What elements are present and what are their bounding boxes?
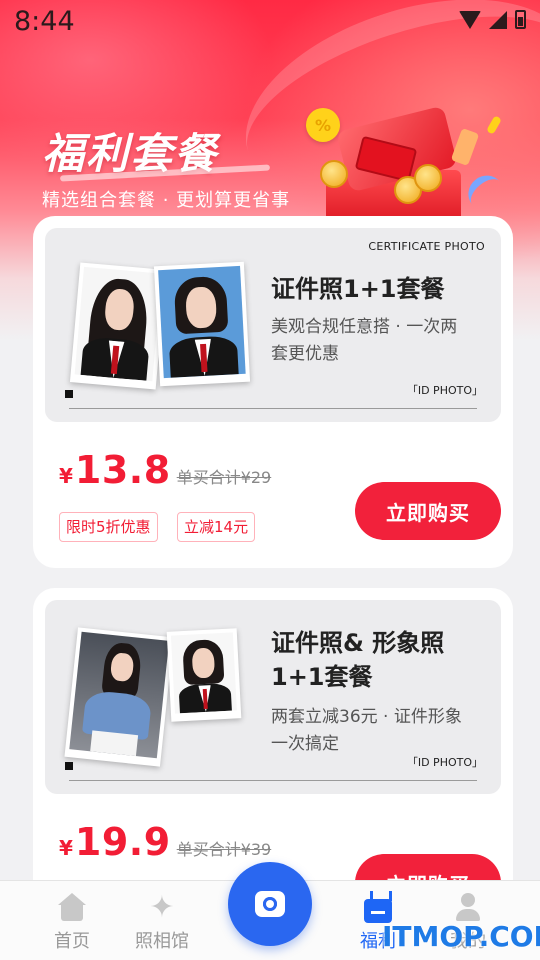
user-icon	[453, 893, 483, 923]
sample-photo-blue-bg	[153, 261, 251, 387]
package-preview: CERTIFICATE PHOTO 证件照1+1套餐 美观合规任意搭 · 一次两…	[45, 228, 501, 422]
home-icon	[57, 893, 87, 923]
certificate-photo-label: CERTIFICATE PHOTO	[368, 240, 485, 253]
discount-tag: 立减14元	[177, 512, 256, 542]
divider-line	[69, 408, 477, 409]
discount-tag: 限时5折优惠	[59, 512, 158, 542]
id-photo-label: 「ID PHOTO」	[406, 384, 483, 397]
sample-photo-white-bg	[69, 262, 167, 390]
bullet-marker	[65, 762, 73, 770]
package-description: 两套立减36元 · 证件形象一次搞定	[271, 707, 462, 754]
price-value: 19.9	[74, 820, 171, 864]
nav-label-home: 首页	[54, 931, 90, 952]
id-photo-label: 「ID PHOTO」	[406, 756, 483, 769]
camera-icon	[255, 891, 285, 917]
sample-photo-portrait	[64, 627, 174, 767]
battery-icon	[515, 10, 526, 29]
buy-now-button[interactable]: 立即购买	[355, 482, 501, 540]
price-currency: ¥	[59, 464, 73, 488]
watermark-logo: ITMOP.COM	[382, 920, 540, 953]
status-bar: 8:44	[0, 0, 540, 46]
package-description: 美观合规任意搭 · 一次两套更优惠	[271, 317, 458, 364]
divider-line	[69, 780, 477, 781]
price-row: ¥ 19.9 单买合计¥39	[59, 820, 271, 864]
wifi-icon	[459, 10, 481, 29]
sample-photo-white-bg	[166, 628, 242, 722]
package-preview: 证件照& 形象照 1+1套餐 两套立减36元 · 证件形象一次搞定 「ID PH…	[45, 600, 501, 794]
camera-button[interactable]	[228, 862, 312, 946]
nav-item-studio[interactable]: ✦ 照相馆	[122, 893, 202, 953]
nav-label-studio: 照相馆	[135, 931, 189, 952]
status-icons	[459, 10, 526, 29]
price-value: 13.8	[74, 448, 171, 492]
price-currency: ¥	[59, 836, 73, 860]
package-card[interactable]: 证件照& 形象照 1+1套餐 两套立减36元 · 证件形象一次搞定 「ID PH…	[33, 588, 513, 912]
original-price: 单买合计¥29	[176, 468, 272, 487]
coin-icon	[320, 160, 348, 188]
price-row: ¥ 13.8 单买合计¥29	[59, 448, 271, 492]
percent-badge-icon: %	[306, 108, 340, 142]
status-time: 8:44	[14, 6, 75, 37]
package-title-line2: 1+1套餐	[271, 663, 373, 691]
bullet-marker	[65, 390, 73, 398]
package-title: 证件照1+1套餐	[271, 275, 445, 303]
package-title-line1: 证件照& 形象照	[271, 629, 445, 657]
original-price: 单买合计¥39	[176, 840, 272, 859]
coin-icon	[414, 164, 442, 192]
package-card[interactable]: CERTIFICATE PHOTO 证件照1+1套餐 美观合规任意搭 · 一次两…	[33, 216, 513, 568]
signal-icon	[489, 10, 507, 29]
page-subtitle: 精选组合套餐 · 更划算更省事	[42, 190, 291, 211]
nav-item-home[interactable]: 首页	[32, 893, 112, 953]
sparkle-icon: ✦	[149, 890, 175, 925]
gift-ribbon	[450, 127, 480, 167]
